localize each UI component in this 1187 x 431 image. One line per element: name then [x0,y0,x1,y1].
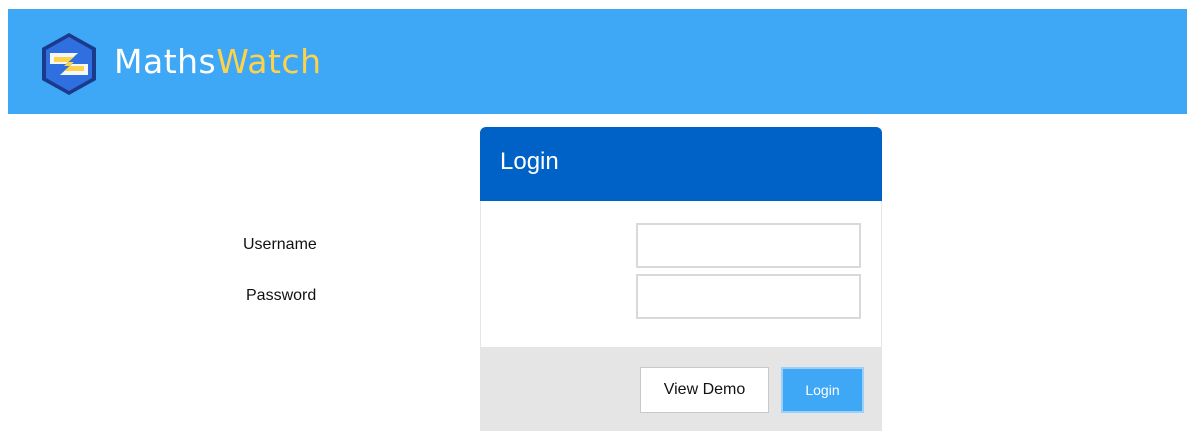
username-input[interactable] [636,223,861,268]
brand-name: MathsWatch [114,38,322,86]
username-label: Username [243,236,317,253]
login-panel-header: Login [480,127,882,201]
brand-name-watch: Watch [216,42,322,81]
password-input[interactable] [636,274,861,319]
brand-name-maths: Maths [114,42,217,81]
login-button[interactable]: Login [781,367,864,413]
top-banner: MathsWatch [8,9,1187,114]
password-label: Password [246,287,317,304]
mathswatch-logo-icon [42,33,96,95]
login-title: Login [500,148,559,175]
view-demo-button[interactable]: View Demo [640,367,769,413]
